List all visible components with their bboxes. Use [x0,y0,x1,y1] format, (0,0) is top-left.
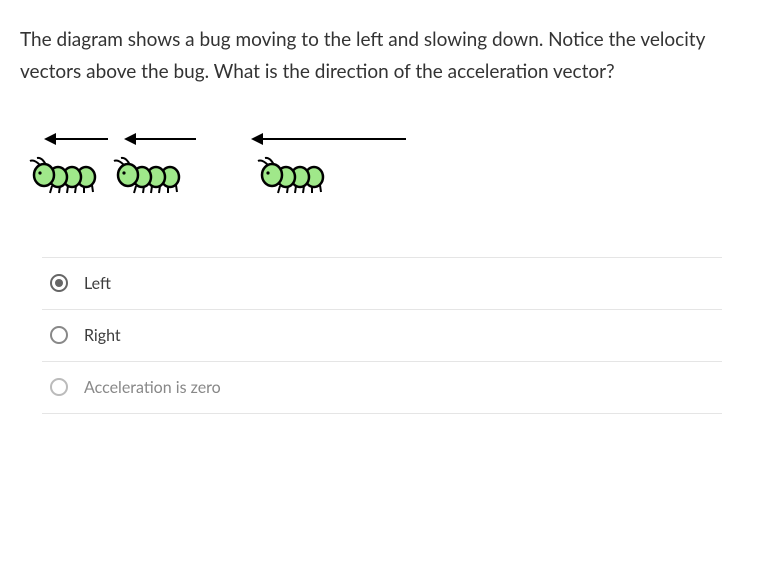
velocity-arrow-2 [124,133,196,145]
radio-icon [50,326,68,344]
option-zero[interactable]: Acceleration is zero [42,362,722,414]
option-label: Acceleration is zero [84,378,221,397]
bug-diagram [26,117,426,217]
bug-icon-3 [258,157,323,192]
question-text: The diagram shows a bug moving to the le… [20,24,746,89]
option-left[interactable]: Left [42,258,722,310]
velocity-arrow-3 [251,133,406,145]
bug-icon-2 [114,157,179,192]
answer-options: Left Right Acceleration is zero [42,257,722,414]
option-right[interactable]: Right [42,310,722,362]
bug-icon-1 [30,157,95,192]
option-label: Left [84,274,111,293]
radio-icon [50,274,68,292]
velocity-arrow-1 [44,133,108,145]
option-label: Right [84,326,121,345]
radio-icon [50,378,68,396]
